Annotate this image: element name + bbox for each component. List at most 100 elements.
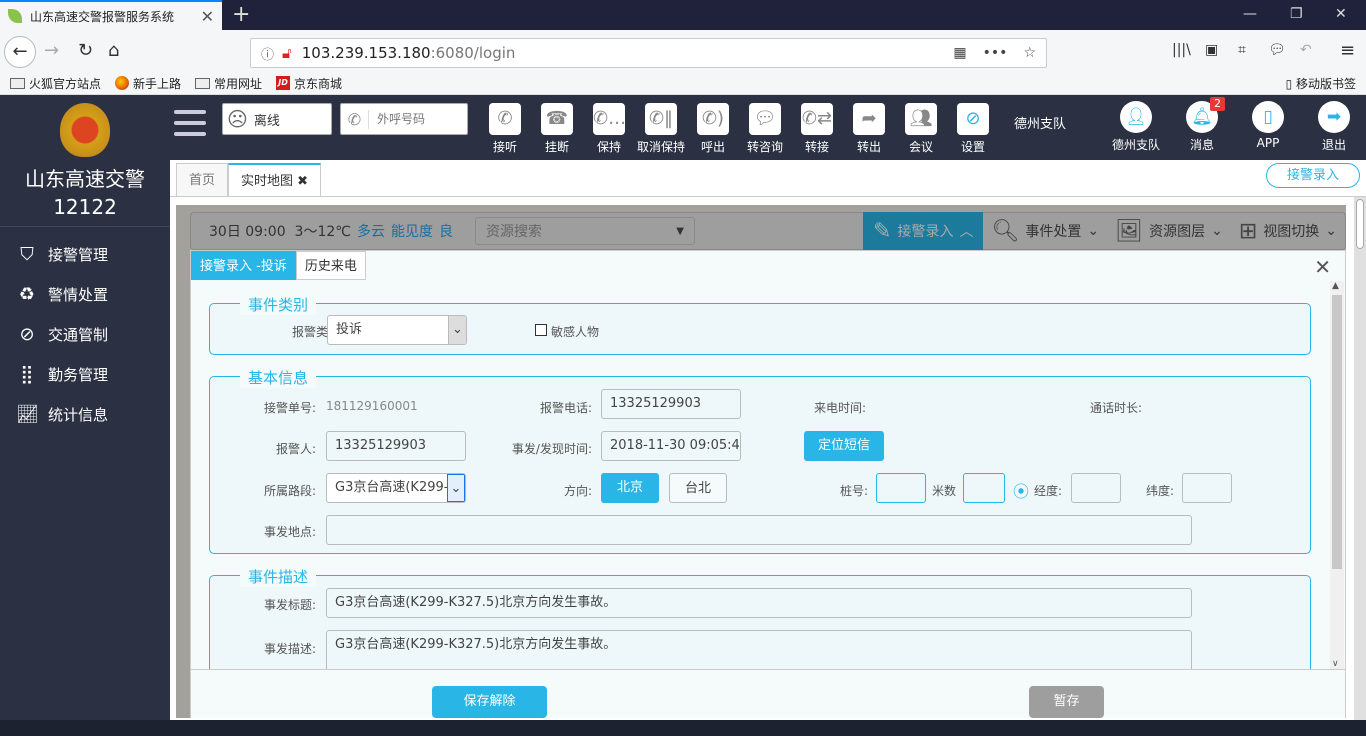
- menu-icon[interactable]: ≡: [1340, 40, 1355, 61]
- phone-field[interactable]: 13325129903: [601, 389, 741, 419]
- location-pin-icon[interactable]: ⦿: [1013, 478, 1029, 502]
- minimize-icon[interactable]: —: [1243, 6, 1257, 22]
- maximize-icon[interactable]: ❐: [1290, 6, 1303, 22]
- incident-title-field[interactable]: G3京台高速(K299-K327.5)北京方向发生事故。: [326, 588, 1192, 618]
- tab-label: 历史来电: [304, 259, 357, 274]
- profile-button[interactable]: 👤︎ 德州支队: [1106, 101, 1166, 153]
- app-button[interactable]: ▯ APP: [1238, 101, 1298, 150]
- sidebar-item-incident[interactable]: ♻ 警情处置: [0, 274, 170, 314]
- tab-call-history[interactable]: 历史来电: [295, 251, 366, 280]
- sidebar-item-stats[interactable]: 📈︎ 统计信息: [0, 394, 170, 434]
- meter-field[interactable]: [963, 473, 1005, 503]
- undo-icon[interactable]: ↶: [1300, 42, 1312, 58]
- page-scrollbar[interactable]: [1354, 197, 1366, 720]
- sidebar-icon[interactable]: ▣: [1205, 42, 1218, 58]
- reload-icon[interactable]: ↻: [78, 40, 93, 61]
- alarm-type-select[interactable]: 投诉 ⌄: [327, 315, 467, 345]
- save-release-button[interactable]: 保存解除: [432, 686, 547, 718]
- field-label: 接警单号:: [263, 401, 316, 415]
- sidebar-item-traffic[interactable]: ⊘ 交通管制: [0, 314, 170, 354]
- dial-input[interactable]: [377, 112, 467, 126]
- incident-place-field[interactable]: [326, 515, 1192, 545]
- close-window-icon[interactable]: ✕: [1335, 6, 1347, 22]
- dial-field[interactable]: ✆: [340, 103, 468, 135]
- forward-out-button[interactable]: ➦ 转出: [852, 103, 886, 155]
- tab-title: 山东高速交警报警服务系统: [30, 9, 175, 24]
- incident-time-field[interactable]: 2018-11-30 09:05:42: [601, 431, 741, 461]
- forecast-weather: 多云: [356, 224, 385, 240]
- dialog-tabs: 接警录入 -投诉 历史来电: [191, 251, 366, 280]
- chevron-down-icon: ⌄: [1325, 223, 1337, 239]
- scroll-up-icon[interactable]: ▲: [1332, 281, 1339, 291]
- tab-realtime-map[interactable]: 实时地图 ✖: [228, 163, 322, 197]
- view-switch-menu[interactable]: ⊞ 视图切换 ⌄: [1231, 212, 1345, 250]
- direction-taipei-button[interactable]: 台北: [669, 473, 727, 503]
- more-icon[interactable]: •••: [983, 45, 1008, 61]
- tab-home[interactable]: 首页: [176, 163, 229, 197]
- qr-icon[interactable]: ▦: [953, 45, 966, 61]
- browser-tab[interactable]: 山东高速交警报警服务系统 ✕: [0, 0, 222, 30]
- alarm-entry-button[interactable]: 接警录入: [1266, 163, 1360, 188]
- forward-icon[interactable]: →: [44, 40, 59, 61]
- messages-label: 消息: [1189, 138, 1214, 152]
- hangup-icon: ☎: [541, 103, 573, 135]
- bookmark[interactable]: 常用网址: [195, 75, 262, 92]
- resource-search-select[interactable]: 资源搜索 ▼: [474, 217, 695, 245]
- consult-button[interactable]: 💬︎ 转咨询: [747, 103, 783, 155]
- settings-button[interactable]: ⊘ 设置: [956, 103, 990, 155]
- app-label: APP: [1256, 136, 1280, 150]
- answer-button[interactable]: ✆ 接听: [488, 103, 522, 155]
- sidebar-item-alarm[interactable]: ⛉ 接警管理: [0, 234, 170, 274]
- close-tab-icon[interactable]: ✖: [297, 174, 308, 189]
- resource-layers-menu[interactable]: 🖼︎ 资源图层 ⌄: [1107, 212, 1231, 250]
- bookmark[interactable]: 火狐官方站点: [10, 75, 101, 92]
- locate-sms-button[interactable]: 定位短信: [804, 431, 884, 461]
- library-icon[interactable]: |||\: [1172, 42, 1191, 58]
- scroll-down-icon[interactable]: ∨: [1332, 659, 1339, 669]
- sensitive-checkbox[interactable]: [535, 324, 547, 336]
- event-handle-menu[interactable]: 🔍︎ 事件处置 ⌄: [983, 212, 1107, 250]
- info-icon[interactable]: ⓘ: [261, 44, 274, 63]
- sidebar-item-duty[interactable]: ⣿ 勤务管理: [0, 354, 170, 394]
- call-out-button[interactable]: ✆) 呼出: [696, 103, 730, 155]
- crop-icon[interactable]: ⌗: [1238, 42, 1246, 58]
- hamburger-icon[interactable]: [174, 110, 206, 143]
- conference-button[interactable]: 👥︎ 会议: [904, 103, 938, 155]
- map-entry-button[interactable]: ✎ 接警录入 ︿: [863, 212, 984, 250]
- close-tab-icon[interactable]: ✕: [201, 7, 214, 26]
- tool-label: 转接: [804, 140, 829, 154]
- new-tab-icon[interactable]: +: [232, 2, 250, 27]
- direction-beijing-button[interactable]: 北京: [601, 473, 659, 503]
- unhold-button[interactable]: ✆‖ 取消保持: [637, 103, 685, 155]
- tool-label: 保持: [596, 140, 621, 154]
- longitude-field[interactable]: [1071, 473, 1121, 503]
- hold-button[interactable]: ✆… 保持: [592, 103, 626, 155]
- url-bar[interactable]: ⓘ 🔓︎ 103.239.153.180:6080/login ▦ ••• ☆: [250, 38, 1047, 68]
- star-icon[interactable]: ☆: [1023, 45, 1036, 61]
- bookmarks-bar: 火狐官方站点 新手上路 常用网址 JD 京东商城: [0, 72, 1366, 95]
- bookmark[interactable]: 新手上路: [115, 75, 181, 92]
- reporter-field[interactable]: 13325129903: [326, 431, 466, 461]
- field-label: 来电时间:: [813, 401, 866, 415]
- field-label: 报警人:: [275, 442, 316, 456]
- mobile-bookmarks[interactable]: ▯ 移动版书签: [1286, 75, 1356, 92]
- group-icon: 👥︎: [905, 103, 937, 135]
- transfer-button[interactable]: ✆⇄ 转接: [800, 103, 834, 155]
- back-icon[interactable]: ←: [4, 36, 36, 68]
- chat-icon[interactable]: 💬︎: [1268, 42, 1286, 58]
- latitude-field[interactable]: [1182, 473, 1232, 503]
- agent-status[interactable]: ☹ 离线: [222, 103, 332, 135]
- draft-save-button[interactable]: 暂存: [1029, 686, 1104, 718]
- tab-alarm-entry[interactable]: 接警录入 -投诉: [191, 251, 296, 280]
- dialog-scrollbar[interactable]: ▲ ∨: [1330, 281, 1344, 669]
- close-icon[interactable]: ✕: [1314, 255, 1331, 279]
- bookmark[interactable]: JD 京东商城: [276, 75, 342, 92]
- road-section-select[interactable]: G3京台高速(K299-K327.5)⌄: [326, 473, 466, 503]
- stake-field[interactable]: [876, 473, 926, 503]
- home-icon[interactable]: ⌂: [108, 40, 119, 61]
- police-emblem-logo: [60, 103, 110, 157]
- scroll-thumb[interactable]: [1332, 295, 1342, 569]
- hangup-button[interactable]: ☎ 挂断: [540, 103, 574, 155]
- logout-button[interactable]: ➡ 退出: [1304, 101, 1364, 153]
- brand-name: 山东高速交警: [25, 167, 145, 191]
